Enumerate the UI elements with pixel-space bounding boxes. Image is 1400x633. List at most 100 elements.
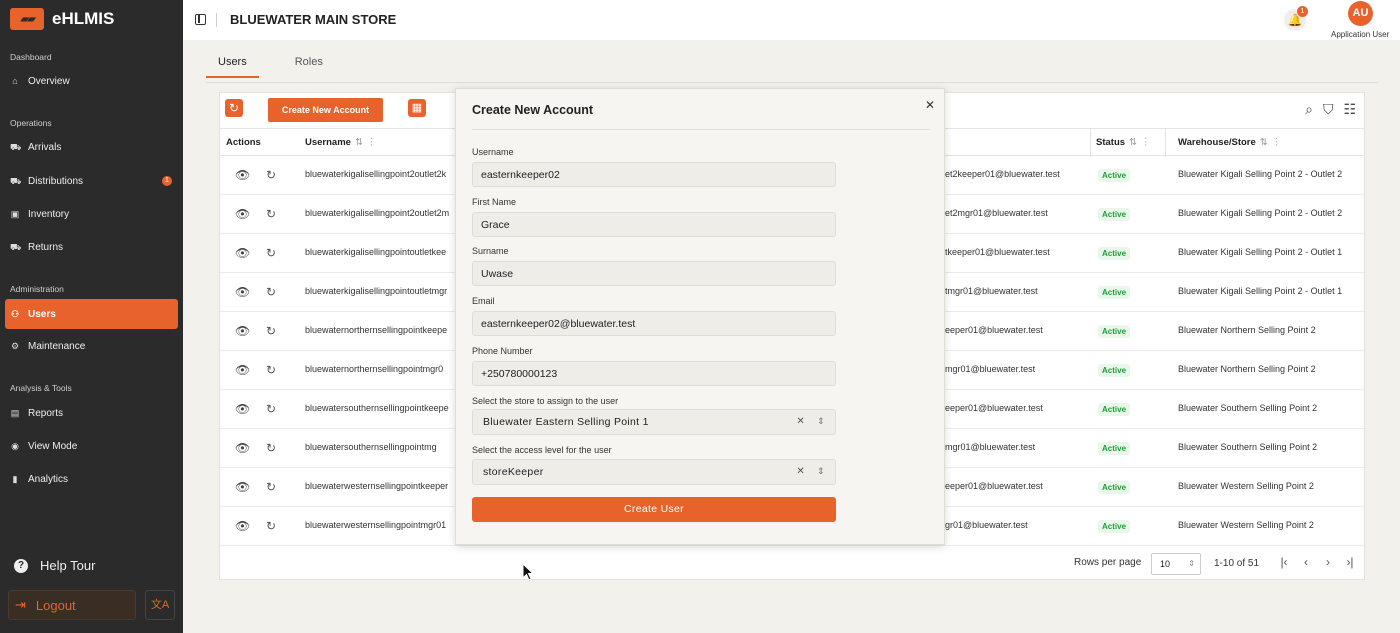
view-eye-icon[interactable]: 👁: [235, 324, 250, 338]
warehouse-cell: Bluewater Western Selling Point 2: [1178, 481, 1314, 491]
phone-field[interactable]: +250780000123: [472, 361, 836, 386]
avatar[interactable]: AU: [1348, 1, 1373, 26]
reset-icon[interactable]: ↻: [266, 324, 276, 338]
refresh-icon[interactable]: ↻: [225, 99, 243, 117]
last-page-icon[interactable]: ›|: [1342, 555, 1358, 569]
warehouse-cell: Bluewater Northern Selling Point 2: [1178, 325, 1316, 335]
create-account-modal: Create New Account ✕ Username easternkee…: [455, 88, 945, 545]
email-field[interactable]: easternkeeper02@bluewater.test: [472, 311, 836, 336]
view-eye-icon[interactable]: 👁: [235, 441, 250, 455]
divider: [216, 13, 217, 27]
chevron-updown-icon[interactable]: ⇕: [817, 466, 825, 477]
username-field[interactable]: easternkeeper02: [472, 162, 836, 187]
sort-icon[interactable]: ⇅: [1260, 137, 1268, 148]
search-icon[interactable]: ⌕: [1305, 101, 1313, 118]
clear-icon[interactable]: ✕: [796, 466, 805, 477]
help-tour-button[interactable]: ? Help Tour: [14, 558, 95, 573]
store-select-value: Bluewater Eastern Selling Point 1: [483, 416, 649, 428]
email-cell: mgr01@bluewater.test: [945, 442, 1036, 452]
truck-icon: ⛟: [10, 176, 22, 186]
view-eye-icon[interactable]: 👁: [235, 519, 250, 533]
section-dashboard: Dashboard: [10, 52, 52, 62]
header-warehouse[interactable]: Warehouse/Store ⇅ ⋮: [1178, 137, 1281, 148]
sidebar-item-reports[interactable]: ▤ Reports: [5, 398, 178, 428]
page-title: BLUEWATER MAIN STORE: [230, 12, 397, 27]
username-cell: bluewaterkigalisellingpoint2outlet2m: [305, 208, 450, 218]
prev-page-icon[interactable]: ‹: [1298, 555, 1314, 569]
create-user-button[interactable]: Create User: [472, 497, 836, 522]
clear-icon[interactable]: ✕: [796, 416, 805, 427]
store-select-label: Select the store to assign to the user: [472, 396, 619, 406]
store-select[interactable]: Bluewater Eastern Selling Point 1 ✕ ⇕: [472, 409, 836, 435]
view-eye-icon[interactable]: 👁: [235, 480, 250, 494]
username-cell: bluewaterwesternsellingpointmgr01: [305, 520, 447, 530]
next-page-icon[interactable]: ›: [1320, 555, 1336, 569]
email-cell: mgr01@bluewater.test: [945, 364, 1036, 374]
surname-field[interactable]: Uwase: [472, 261, 836, 286]
language-button[interactable]: 文A: [145, 590, 175, 620]
view-eye-icon[interactable]: 👁: [235, 207, 250, 221]
reset-icon[interactable]: ↻: [266, 285, 276, 299]
access-select-value: storeKeeper: [483, 466, 544, 478]
reset-icon[interactable]: ↻: [266, 207, 276, 221]
reset-icon[interactable]: ↻: [266, 363, 276, 377]
truck-icon: ⛟: [10, 142, 22, 152]
sidebar-item-maintenance[interactable]: ⚙ Maintenance: [5, 331, 178, 361]
column-divider: [1165, 129, 1166, 157]
app-logo[interactable]: ▰▰ eHLMIS: [10, 8, 114, 30]
first-name-field[interactable]: Grace: [472, 212, 836, 237]
warehouse-cell: Bluewater Kigali Selling Point 2 - Outle…: [1178, 286, 1343, 296]
sidebar-toggle-icon[interactable]: [195, 14, 206, 25]
sidebar-item-analytics[interactable]: ▮ Analytics: [5, 464, 178, 494]
store-icon[interactable]: ▦: [408, 99, 426, 117]
view-eye-icon[interactable]: 👁: [235, 246, 250, 260]
tab-roles[interactable]: Roles: [283, 56, 335, 78]
header-username[interactable]: Username ⇅ ⋮: [305, 137, 376, 148]
create-new-account-button[interactable]: Create New Account: [268, 98, 383, 122]
tab-users[interactable]: Users: [206, 56, 259, 78]
sidebar-item-users[interactable]: ⚇ Users: [5, 299, 178, 329]
view-eye-icon[interactable]: 👁: [235, 285, 250, 299]
more-icon[interactable]: ⋮: [1272, 137, 1282, 148]
warehouse-cell: Bluewater Southern Selling Point 2: [1178, 442, 1318, 452]
sidebar-item-label: Inventory: [28, 208, 70, 220]
reset-icon[interactable]: ↻: [266, 168, 276, 182]
user-role: Application User: [1331, 30, 1390, 39]
reset-icon[interactable]: ↻: [266, 246, 276, 260]
email-cell: tkeeper01@bluewater.test: [945, 247, 1050, 257]
reset-icon[interactable]: ↻: [266, 441, 276, 455]
access-level-select[interactable]: storeKeeper ✕ ⇕: [472, 459, 836, 485]
first-page-icon[interactable]: |‹: [1276, 555, 1292, 569]
status-badge: Active: [1098, 169, 1131, 182]
sort-icon[interactable]: ⇅: [355, 137, 363, 148]
view-eye-icon[interactable]: 👁: [235, 402, 250, 416]
more-icon[interactable]: ⋮: [1141, 137, 1151, 148]
more-icon[interactable]: ⋮: [367, 137, 377, 148]
close-icon[interactable]: ✕: [925, 98, 935, 112]
view-eye-icon[interactable]: 👁: [235, 168, 250, 182]
filter-icon[interactable]: ⛉: [1323, 101, 1334, 118]
reset-icon[interactable]: ↻: [266, 519, 276, 533]
sidebar-item-distributions[interactable]: ⛟ Distributions 1: [5, 166, 178, 196]
sort-icon[interactable]: ⇅: [1129, 137, 1137, 148]
chevron-updown-icon[interactable]: ⇕: [817, 416, 825, 427]
sidebar-item-overview[interactable]: ⌂ Overview: [5, 66, 178, 96]
tab-divider: [206, 82, 1378, 83]
rows-per-page-select[interactable]: 10: [1151, 553, 1201, 575]
reset-icon[interactable]: ↻: [266, 402, 276, 416]
sidebar-item-returns[interactable]: ⛟ Returns: [5, 232, 178, 262]
view-eye-icon[interactable]: 👁: [235, 363, 250, 377]
columns-icon[interactable]: ☷: [1343, 101, 1356, 118]
sidebar-item-inventory[interactable]: ▣ Inventory: [5, 199, 178, 229]
status-badge: Active: [1098, 325, 1131, 338]
sidebar-item-view-mode[interactable]: ◉ View Mode: [5, 431, 178, 461]
sidebar-item-arrivals[interactable]: ⛟ Arrivals: [5, 132, 178, 162]
rows-per-page-label: Rows per page: [1074, 557, 1142, 568]
header-status[interactable]: Status ⇅ ⋮: [1096, 137, 1151, 148]
reset-icon[interactable]: ↻: [266, 480, 276, 494]
logout-button[interactable]: ⇥ Logout: [8, 590, 136, 620]
logout-label: Logout: [35, 597, 76, 613]
home-icon: ⌂: [12, 76, 18, 86]
status-badge: Active: [1098, 286, 1131, 299]
distributions-badge: 1: [162, 176, 172, 186]
